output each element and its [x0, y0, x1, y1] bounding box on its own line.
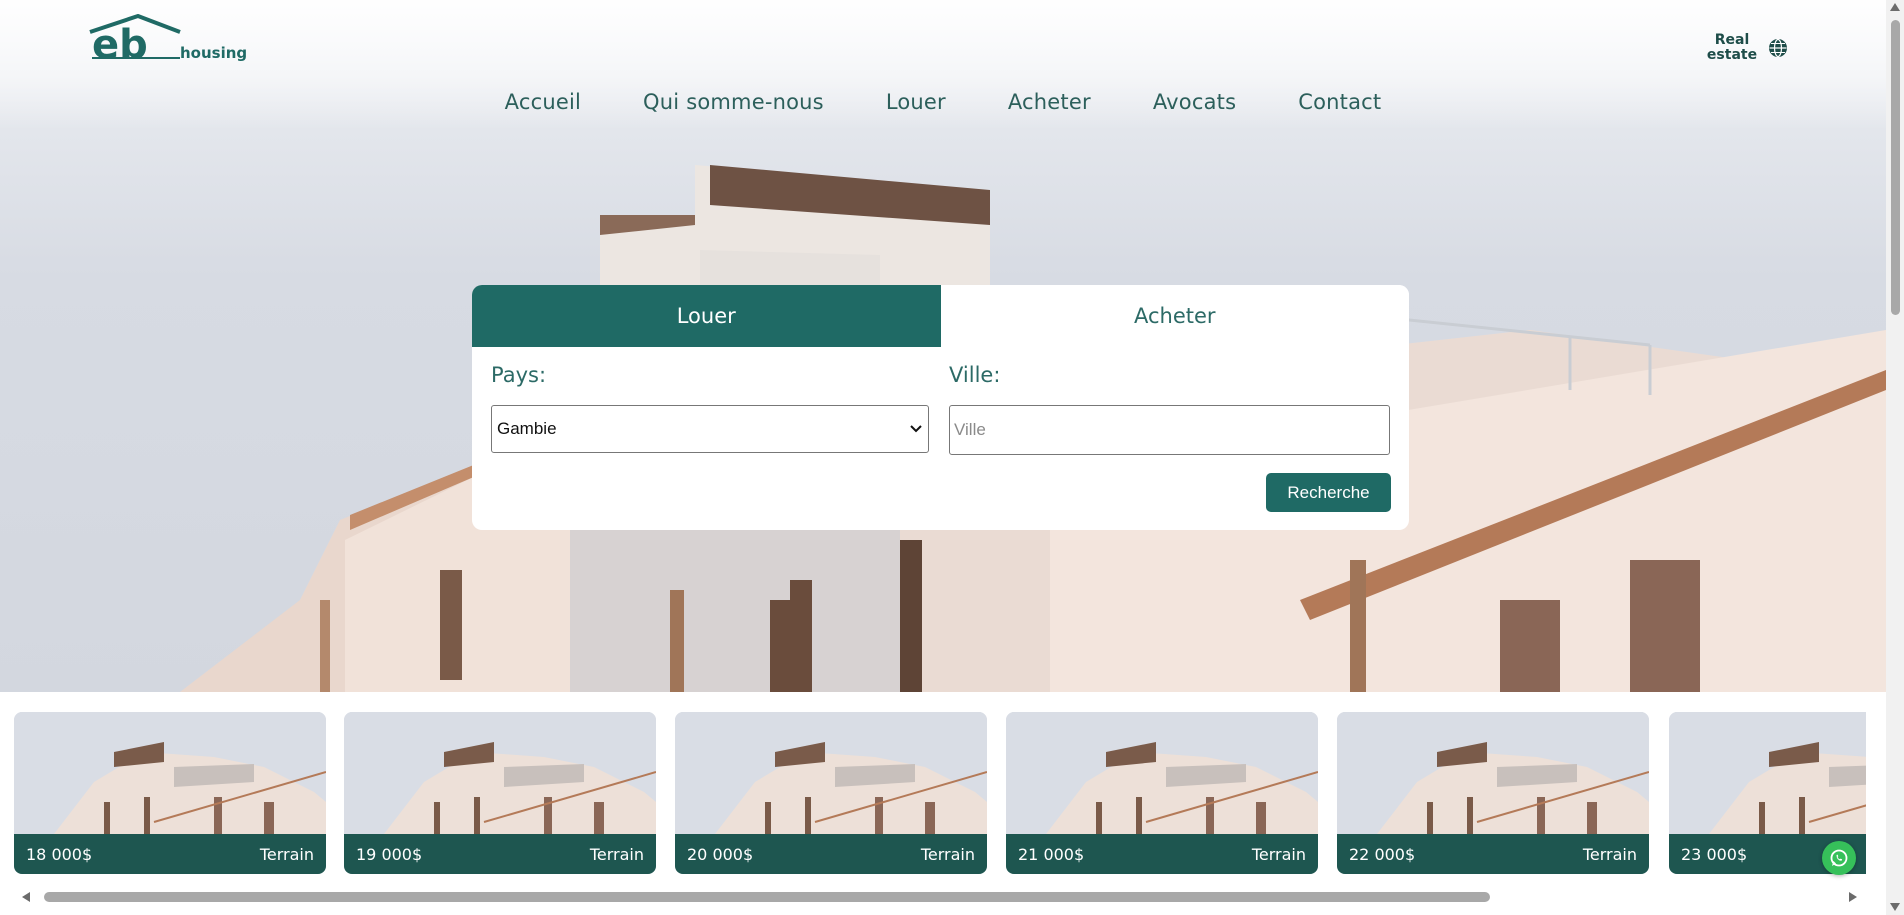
- tab-acheter[interactable]: Acheter: [940, 285, 1409, 347]
- listing-price: 18 000$: [26, 844, 93, 864]
- listing-image: [14, 712, 326, 834]
- main-nav: Accueil Qui somme-nous Louer Acheter Avo…: [0, 90, 1886, 114]
- listing-image: [344, 712, 656, 834]
- language-switcher[interactable]: Real estate: [1706, 33, 1788, 63]
- scroll-left-arrow-icon[interactable]: [22, 892, 30, 902]
- listing-card[interactable]: 18 000$ Terrain: [14, 712, 326, 874]
- city-label: Ville:: [949, 363, 1001, 387]
- country-label: Pays:: [491, 363, 547, 387]
- nav-item-acheter[interactable]: Acheter: [1008, 90, 1091, 114]
- listings-carousel: 18 000$ Terrain 19 000$ Terrain 20 000$ …: [14, 712, 1866, 874]
- svg-text:housing: housing: [180, 44, 247, 62]
- globe-icon: [1769, 38, 1787, 58]
- horizontal-scroll-thumb[interactable]: [44, 892, 1490, 902]
- nav-item-qui-somme-nous[interactable]: Qui somme-nous: [643, 90, 824, 114]
- listing-info-bar: 18 000$ Terrain: [14, 834, 326, 874]
- nav-item-louer[interactable]: Louer: [886, 90, 946, 114]
- scroll-up-arrow-icon[interactable]: [1890, 3, 1900, 11]
- nav-item-accueil[interactable]: Accueil: [505, 90, 581, 114]
- horizontal-scrollbar[interactable]: [0, 889, 1886, 915]
- listing-price: 23 000$: [1681, 844, 1748, 864]
- search-button[interactable]: Recherche: [1266, 473, 1391, 512]
- whatsapp-button[interactable]: [1822, 841, 1856, 875]
- listing-image: [1337, 712, 1649, 834]
- tab-louer[interactable]: Louer: [472, 285, 941, 347]
- scroll-right-arrow-icon[interactable]: [1849, 892, 1857, 902]
- listing-type: Terrain: [1251, 844, 1306, 864]
- listing-card[interactable]: 22 000$ Terrain: [1337, 712, 1649, 874]
- listing-type: Terrain: [920, 844, 975, 864]
- listing-type: Terrain: [1582, 844, 1637, 864]
- country-select-value: Gambie: [497, 419, 557, 438]
- listing-image: [675, 712, 987, 834]
- city-input[interactable]: [949, 405, 1390, 455]
- listing-info-bar: 21 000$ Terrain: [1006, 834, 1318, 874]
- scroll-down-arrow-icon[interactable]: [1890, 903, 1900, 911]
- search-tabs: Louer Acheter: [472, 285, 1409, 347]
- house-logo-icon: eb housing: [89, 13, 247, 68]
- listing-price: 20 000$: [687, 844, 754, 864]
- search-card: Louer Acheter Pays: Ville: Gambie Recher…: [472, 285, 1409, 530]
- nav-item-contact[interactable]: Contact: [1298, 90, 1381, 114]
- brand-logo[interactable]: eb housing: [88, 13, 248, 70]
- listing-price: 21 000$: [1018, 844, 1085, 864]
- listing-info-bar: 22 000$ Terrain: [1337, 834, 1649, 874]
- listing-price: 19 000$: [356, 844, 423, 864]
- listing-type: Terrain: [259, 844, 314, 864]
- listing-image: [1669, 712, 1866, 834]
- hero-section: eb housing Real estate Accueil Qui somme…: [0, 0, 1886, 692]
- nav-item-avocats[interactable]: Avocats: [1153, 90, 1236, 114]
- listings-strip: 18 000$ Terrain 19 000$ Terrain 20 000$ …: [0, 692, 1886, 889]
- whatsapp-icon: [1830, 849, 1848, 867]
- vertical-scrollbar[interactable]: [1886, 0, 1904, 915]
- chevron-down-icon: [910, 425, 922, 433]
- listing-info-bar: 19 000$ Terrain: [344, 834, 656, 874]
- listing-type: Terrain: [589, 844, 644, 864]
- language-label: Real estate: [1706, 32, 1758, 63]
- listing-info-bar: 20 000$ Terrain: [675, 834, 987, 874]
- vertical-scroll-thumb[interactable]: [1891, 20, 1900, 315]
- listing-price: 22 000$: [1349, 844, 1416, 864]
- country-select[interactable]: Gambie: [491, 405, 929, 453]
- listing-card[interactable]: 19 000$ Terrain: [344, 712, 656, 874]
- svg-text:eb: eb: [92, 22, 148, 66]
- listing-card[interactable]: 20 000$ Terrain: [675, 712, 987, 874]
- listing-image: [1006, 712, 1318, 834]
- listing-card[interactable]: 21 000$ Terrain: [1006, 712, 1318, 874]
